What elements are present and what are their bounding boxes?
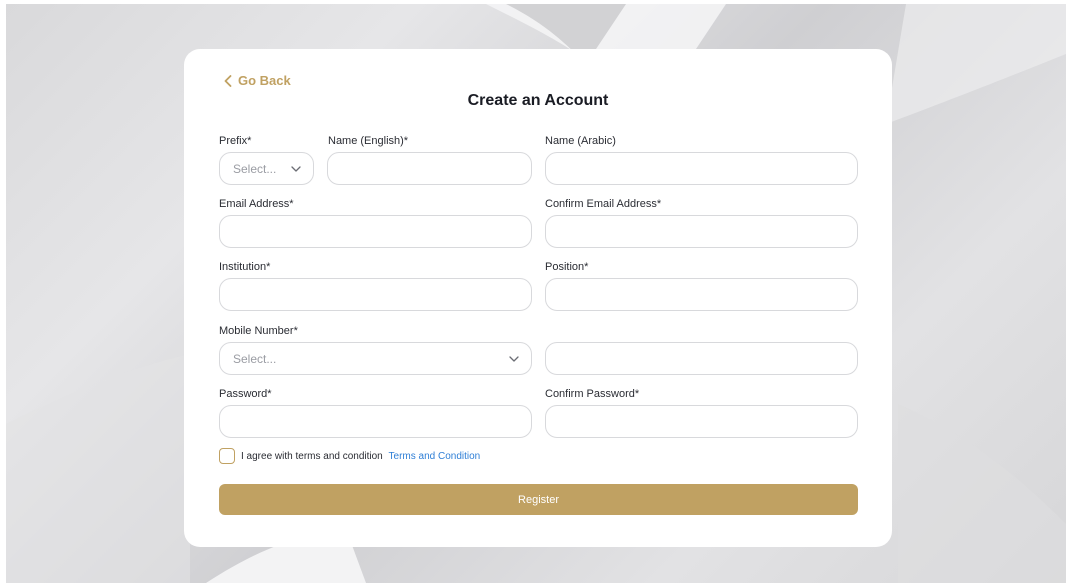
chevron-down-icon [509,355,519,362]
prefix-label: Prefix* [219,135,252,147]
confirm-password-label: Confirm Password* [545,388,640,400]
password-input[interactable] [219,405,532,438]
chevron-left-icon [224,74,232,87]
mobile-label: Mobile Number* [219,325,298,337]
go-back-link[interactable]: Go Back [224,73,291,88]
email-input[interactable] [219,215,532,248]
country-code-value: Select... [233,351,277,366]
name-english-input[interactable] [327,152,532,185]
register-button[interactable]: Register [219,484,858,515]
password-label: Password* [219,388,272,400]
name-arabic-label: Name (Arabic) [545,135,616,147]
terms-checkbox[interactable] [219,448,235,464]
position-input[interactable] [545,278,858,311]
confirm-password-input[interactable] [545,405,858,438]
confirm-email-label: Confirm Email Address* [545,198,662,210]
position-label: Position* [545,261,589,273]
country-code-select[interactable]: Select... [219,342,532,375]
terms-agreement-text: I agree with terms and condition [241,451,383,462]
mobile-number-input[interactable] [545,342,858,375]
terms-agreement: I agree with terms and condition Terms a… [241,451,480,462]
name-arabic-input[interactable] [545,152,858,185]
institution-label: Institution* [219,261,271,273]
chevron-down-icon [291,165,301,172]
page-title: Create an Account [467,92,609,109]
institution-input[interactable] [219,278,532,311]
go-back-label: Go Back [238,73,291,88]
terms-link[interactable]: Terms and Condition [389,451,481,462]
confirm-email-input[interactable] [545,215,858,248]
name-english-label: Name (English)* [328,135,409,147]
prefix-select-value: Select... [233,161,277,176]
email-label: Email Address* [219,198,294,210]
prefix-select[interactable]: Select... [219,152,314,185]
register-card: Go Back Create an Account Prefix* Name (… [184,49,892,547]
